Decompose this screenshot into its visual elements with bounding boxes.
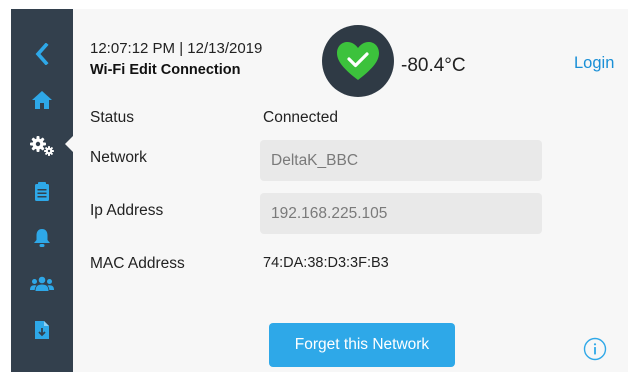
nav-settings[interactable] bbox=[11, 126, 73, 166]
page-title: Wi-Fi Edit Connection bbox=[90, 62, 241, 78]
gear-icon bbox=[30, 136, 54, 156]
main-panel: 12:07:12 PM | 12/13/2019 Wi-Fi Edit Conn… bbox=[73, 9, 628, 372]
info-icon[interactable] bbox=[583, 337, 607, 361]
login-link[interactable]: Login bbox=[574, 54, 614, 73]
nav-alarms[interactable] bbox=[11, 218, 73, 258]
back-button[interactable] bbox=[11, 34, 73, 74]
bell-icon bbox=[34, 229, 50, 247]
status-value: Connected bbox=[263, 109, 338, 126]
temperature-readout: -80.4°C bbox=[401, 55, 466, 76]
datetime: 12:07:12 PM | 12/13/2019 bbox=[90, 40, 263, 57]
chevron-left-icon bbox=[35, 43, 49, 65]
heart-check-icon bbox=[337, 42, 379, 80]
clipboard-icon bbox=[35, 182, 49, 201]
home-icon bbox=[32, 91, 52, 109]
network-field[interactable] bbox=[260, 140, 542, 181]
ip-address-field[interactable] bbox=[260, 193, 542, 234]
mac-address-value: 74:DA:38:D3:3F:B3 bbox=[263, 255, 389, 271]
network-label: Network bbox=[90, 149, 147, 166]
status-label: Status bbox=[90, 109, 134, 126]
sidebar bbox=[11, 9, 74, 372]
nav-users[interactable] bbox=[11, 264, 73, 304]
ip-address-label: Ip Address bbox=[90, 202, 164, 219]
nav-reports[interactable] bbox=[11, 310, 73, 350]
nav-home[interactable] bbox=[11, 80, 73, 120]
nav-logs[interactable] bbox=[11, 172, 73, 212]
mac-address-label: MAC Address bbox=[90, 255, 185, 272]
forget-network-button[interactable]: Forget this Network bbox=[269, 323, 455, 367]
users-icon bbox=[30, 276, 54, 291]
system-status-indicator bbox=[322, 25, 394, 97]
document-download-icon bbox=[35, 321, 49, 339]
